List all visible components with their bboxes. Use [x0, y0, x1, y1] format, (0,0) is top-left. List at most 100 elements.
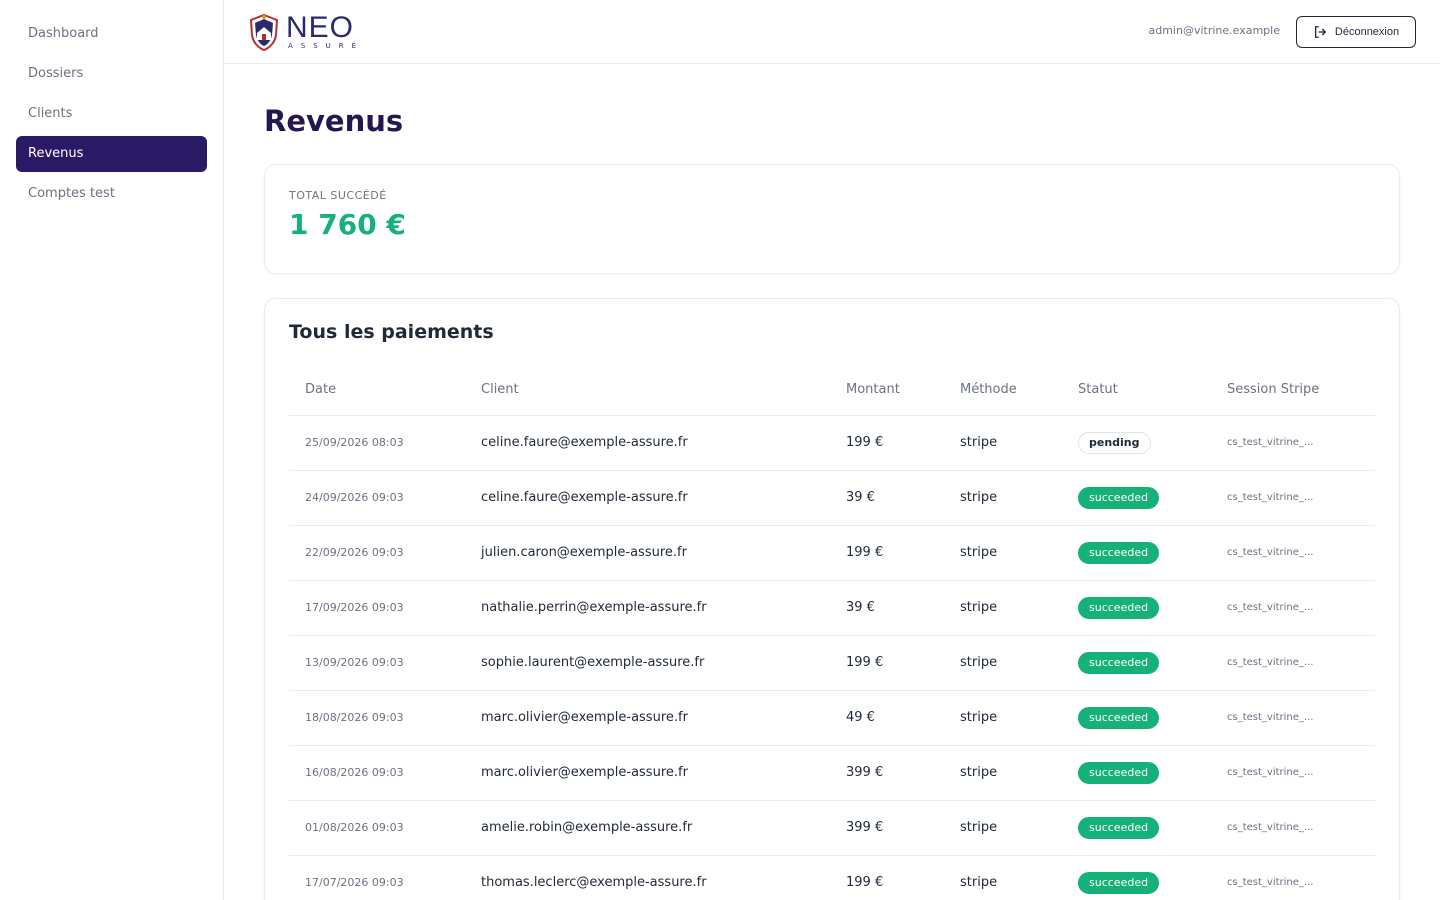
cell-amount: 199 € — [830, 635, 944, 691]
logout-label: Déconnexion — [1334, 26, 1400, 38]
cell-amount: 39 € — [830, 470, 944, 526]
logo-text: NEO — [286, 11, 355, 44]
cell-date: 24/09/2026 09:03 — [289, 470, 465, 526]
cell-client: amelie.robin@exemple-assure.fr — [465, 800, 830, 856]
table-row[interactable]: 01/08/2026 09:03 amelie.robin@exemple-ass… — [289, 800, 1375, 856]
table-header-row: Date Client Montant Méthode Statut Sessi… — [289, 365, 1375, 416]
user-email: admin@vitrine.example — [1148, 24, 1280, 37]
cell-date: 01/08/2026 09:03 — [289, 800, 465, 856]
column-methode: Méthode — [944, 365, 1062, 416]
cell-status: succeeded — [1062, 470, 1211, 526]
status-badge: succeeded — [1078, 651, 1160, 674]
column-client: Client — [465, 365, 830, 416]
column-montant: Montant — [830, 365, 944, 416]
table-row[interactable]: 22/09/2026 09:03 julien.caron@exemple-ass… — [289, 525, 1375, 581]
cell-client: thomas.leclerc@exemple-assure.fr — [465, 855, 830, 900]
cell-client: celine.faure@exemple-assure.fr — [465, 470, 830, 526]
table-row[interactable]: 24/09/2026 09:03 celine.faure@exemple-ass… — [289, 470, 1375, 526]
logo[interactable]: NEO ASSURÉ — [248, 11, 368, 52]
payments-title: Tous les paiements — [289, 321, 494, 343]
cell-client: nathalie.perrin@exemple-assure.fr — [465, 580, 830, 636]
cell-session: cs_test_vitrine_... — [1211, 580, 1375, 636]
cell-method: stripe — [944, 690, 1062, 746]
cell-session: cs_test_vitrine_... — [1211, 690, 1375, 746]
cell-method: stripe — [944, 800, 1062, 856]
cell-status: succeeded — [1062, 580, 1211, 636]
cell-status: succeeded — [1062, 635, 1211, 691]
status-badge: succeeded — [1078, 816, 1160, 839]
cell-method: stripe — [944, 855, 1062, 900]
table-row[interactable]: 25/09/2026 08:03 celine.faure@exemple-ass… — [289, 415, 1375, 471]
status-badge: pending — [1078, 431, 1151, 454]
status-badge: succeeded — [1078, 706, 1160, 729]
cell-amount: 39 € — [830, 580, 944, 636]
cell-status: succeeded — [1062, 690, 1211, 746]
logout-icon — [1314, 26, 1326, 38]
cell-date: 17/09/2026 09:03 — [289, 580, 465, 636]
cell-session: cs_test_vitrine_... — [1211, 635, 1375, 691]
cell-date: 22/09/2026 09:03 — [289, 525, 465, 581]
cell-client: julien.caron@exemple-assure.fr — [465, 525, 830, 581]
cell-client: marc.olivier@exemple-assure.fr — [465, 745, 830, 801]
cell-amount: 49 € — [830, 690, 944, 746]
cell-session: cs_test_vitrine_... — [1211, 470, 1375, 526]
cell-session: cs_test_vitrine_... — [1211, 525, 1375, 581]
cell-method: stripe — [944, 525, 1062, 581]
logo-subtitle: ASSURÉ — [288, 42, 365, 50]
cell-method: stripe — [944, 745, 1062, 801]
table-row[interactable]: 18/08/2026 09:03 marc.olivier@exemple-ass… — [289, 690, 1375, 746]
column-session-stripe: Session Stripe — [1211, 365, 1375, 416]
cell-session: cs_test_vitrine_... — [1211, 745, 1375, 801]
cell-date: 13/09/2026 09:03 — [289, 635, 465, 691]
table-row[interactable]: 17/09/2026 09:03 nathalie.perrin@exemple-… — [289, 580, 1375, 636]
page-title: Revenus — [264, 104, 404, 138]
total-card: TOTAL SUCCÉDÉ 1 760 € — [264, 164, 1400, 274]
sidebar-item-dashboard[interactable]: Dashboard — [16, 16, 207, 52]
status-badge: succeeded — [1078, 596, 1160, 619]
cell-date: 17/07/2026 09:03 — [289, 855, 465, 900]
cell-date: 16/08/2026 09:03 — [289, 745, 465, 801]
total-label: TOTAL SUCCÉDÉ — [289, 189, 387, 202]
main-content: Revenus TOTAL SUCCÉDÉ 1 760 € Tous les p… — [264, 64, 1400, 900]
cell-amount: 399 € — [830, 800, 944, 856]
payments-card: Tous les paiements Date Client Montant M… — [264, 298, 1400, 900]
sidebar: Dashboard Dossiers Clients Revenus Compt… — [0, 0, 224, 900]
cell-session: cs_test_vitrine_... — [1211, 800, 1375, 856]
status-badge: succeeded — [1078, 486, 1160, 509]
table-row[interactable]: 16/08/2026 09:03 marc.olivier@exemple-ass… — [289, 745, 1375, 801]
sidebar-item-dossiers[interactable]: Dossiers — [16, 56, 207, 92]
cell-status: succeeded — [1062, 800, 1211, 856]
table-row[interactable]: 17/07/2026 09:03 thomas.leclerc@exemple-a… — [289, 855, 1375, 900]
payments-body: 25/09/2026 08:03 celine.faure@exemple-ass… — [289, 415, 1375, 900]
cell-amount: 199 € — [830, 415, 944, 471]
status-badge: succeeded — [1078, 541, 1160, 564]
cell-status: succeeded — [1062, 525, 1211, 581]
table-row[interactable]: 13/09/2026 09:03 sophie.laurent@exemple-a… — [289, 635, 1375, 691]
cell-status: pending — [1062, 415, 1211, 471]
cell-status: succeeded — [1062, 745, 1211, 801]
sidebar-item-revenus[interactable]: Revenus — [16, 136, 207, 172]
total-value: 1 760 € — [289, 208, 406, 241]
shield-logo-icon — [249, 13, 279, 51]
column-date: Date — [289, 365, 465, 416]
column-statut: Statut — [1062, 365, 1211, 416]
top-bar: NEO ASSURÉ admin@vitrine.example Déconne… — [224, 0, 1440, 64]
cell-client: sophie.laurent@exemple-assure.fr — [465, 635, 830, 691]
payments-table: Date Client Montant Méthode Statut Sessi… — [289, 365, 1375, 900]
cell-amount: 199 € — [830, 855, 944, 900]
cell-status: succeeded — [1062, 855, 1211, 900]
sidebar-item-clients[interactable]: Clients — [16, 96, 207, 132]
cell-date: 18/08/2026 09:03 — [289, 690, 465, 746]
cell-method: stripe — [944, 580, 1062, 636]
cell-method: stripe — [944, 635, 1062, 691]
cell-session: cs_test_vitrine_... — [1211, 855, 1375, 900]
cell-client: marc.olivier@exemple-assure.fr — [465, 690, 830, 746]
logout-button[interactable]: Déconnexion — [1296, 16, 1416, 48]
sidebar-item-comptes-test[interactable]: Comptes test — [16, 176, 207, 212]
cell-amount: 399 € — [830, 745, 944, 801]
cell-session: cs_test_vitrine_... — [1211, 415, 1375, 471]
status-badge: succeeded — [1078, 761, 1160, 784]
cell-amount: 199 € — [830, 525, 944, 581]
status-badge: succeeded — [1078, 871, 1160, 894]
cell-method: stripe — [944, 415, 1062, 471]
